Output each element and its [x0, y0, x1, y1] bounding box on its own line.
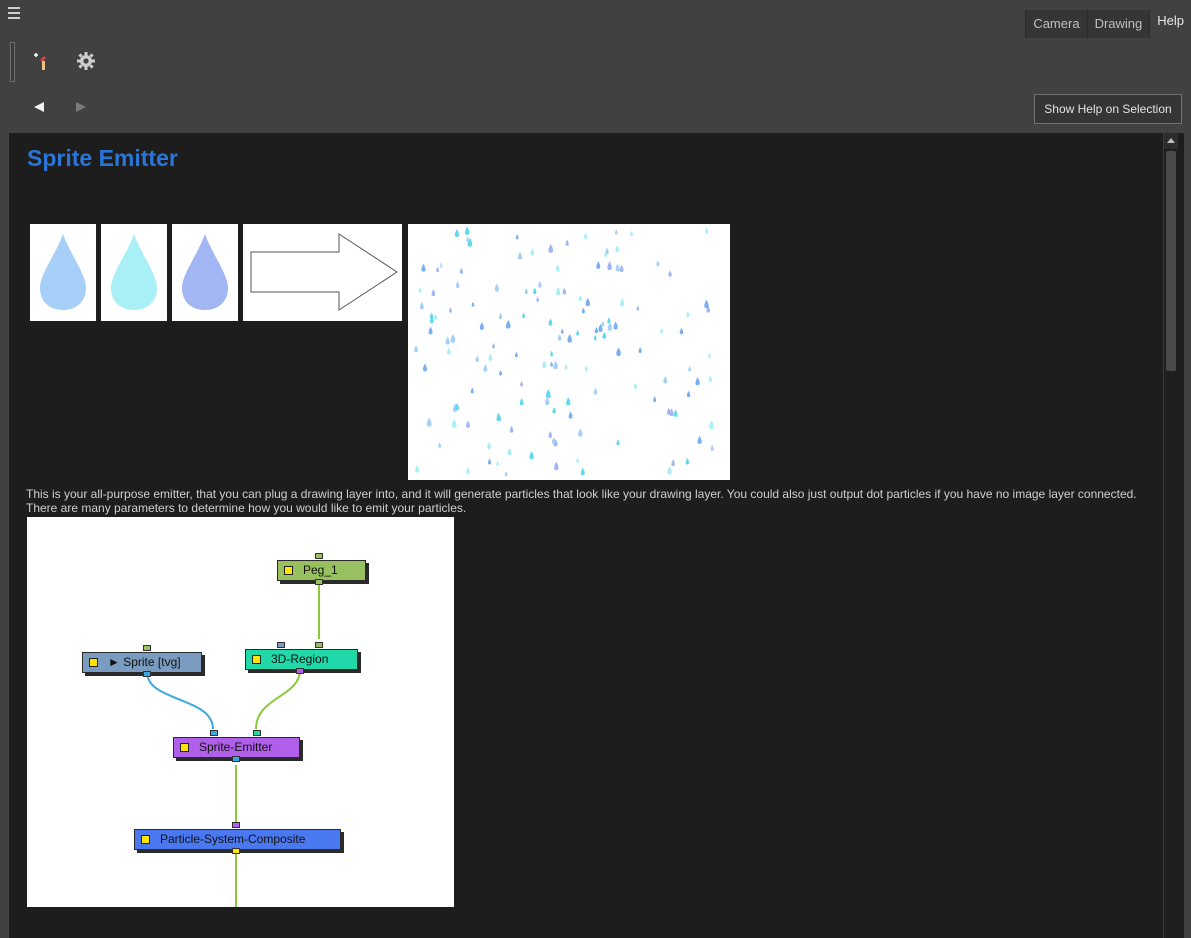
back-arrow-icon[interactable]: [32, 100, 48, 114]
node-peg[interactable]: Peg_1: [277, 560, 366, 581]
vertical-scrollbar[interactable]: [1163, 133, 1178, 938]
navigation-bar: [0, 92, 1191, 126]
node-port: [315, 642, 323, 648]
arrow-image: [243, 224, 402, 321]
node-port: [253, 730, 261, 736]
tab-help[interactable]: Help: [1149, 10, 1191, 38]
tab-drawing[interactable]: Drawing: [1086, 10, 1150, 38]
scroll-up-arrow-icon[interactable]: [1164, 133, 1178, 149]
page-title: Sprite Emitter: [27, 145, 178, 171]
node-port: [315, 553, 323, 559]
view-tabs: Camera Drawing Help: [1025, 10, 1191, 38]
description-text: This is your all-purpose emitter, that y…: [26, 487, 1137, 515]
node-toggle-icon[interactable]: [141, 835, 150, 844]
node-port: [210, 730, 218, 736]
node-label: Particle-System-Composite: [160, 832, 306, 846]
show-help-on-selection-button[interactable]: Show Help on Selection: [1034, 94, 1182, 124]
gear-icon[interactable]: [75, 50, 97, 72]
node-port: [315, 579, 323, 585]
node-sprite[interactable]: ► Sprite [tvg]: [82, 652, 202, 673]
node-port: [232, 756, 240, 762]
node-3d-region[interactable]: 3D-Region: [245, 649, 358, 670]
hamburger-menu-icon[interactable]: [8, 7, 22, 23]
node-label: 3D-Region: [271, 652, 329, 666]
node-toggle-icon[interactable]: [252, 655, 261, 664]
help-content-panel: Sprite Emitter This is your all-purpose …: [9, 133, 1184, 938]
node-port: [277, 642, 285, 648]
node-port: [143, 671, 151, 677]
particle-result-image: [408, 224, 730, 480]
toolbar: [0, 40, 1191, 84]
top-bar: Camera Drawing Help: [0, 0, 1191, 42]
node-toggle-icon[interactable]: [284, 566, 293, 575]
node-port: [296, 668, 304, 674]
node-toggle-icon[interactable]: [180, 743, 189, 752]
node-particle-system-composite[interactable]: Particle-System-Composite: [134, 829, 341, 850]
water-drop-image-3: [172, 224, 238, 321]
water-drop-image-2: [101, 224, 167, 321]
node-sprite-emitter[interactable]: Sprite-Emitter: [173, 737, 300, 758]
add-tool-icon[interactable]: [30, 50, 52, 72]
water-drop-image-1: [30, 224, 96, 321]
forward-arrow-icon[interactable]: [72, 100, 88, 114]
node-port: [143, 645, 151, 651]
node-port: [232, 822, 240, 828]
node-toggle-icon[interactable]: [89, 658, 98, 667]
node-label: Peg_1: [303, 563, 338, 577]
node-port: [232, 848, 240, 854]
help-window: Camera Drawing Help Show Help on Selecti…: [0, 0, 1191, 938]
node-label: ► Sprite [tvg]: [108, 655, 181, 669]
node-graph-image: Peg_1 3D-Region ► Sprite [tvg] Sprite-Em…: [27, 517, 454, 907]
tab-camera[interactable]: Camera: [1025, 10, 1087, 38]
node-label: Sprite-Emitter: [199, 740, 273, 754]
scroll-thumb[interactable]: [1166, 151, 1176, 371]
